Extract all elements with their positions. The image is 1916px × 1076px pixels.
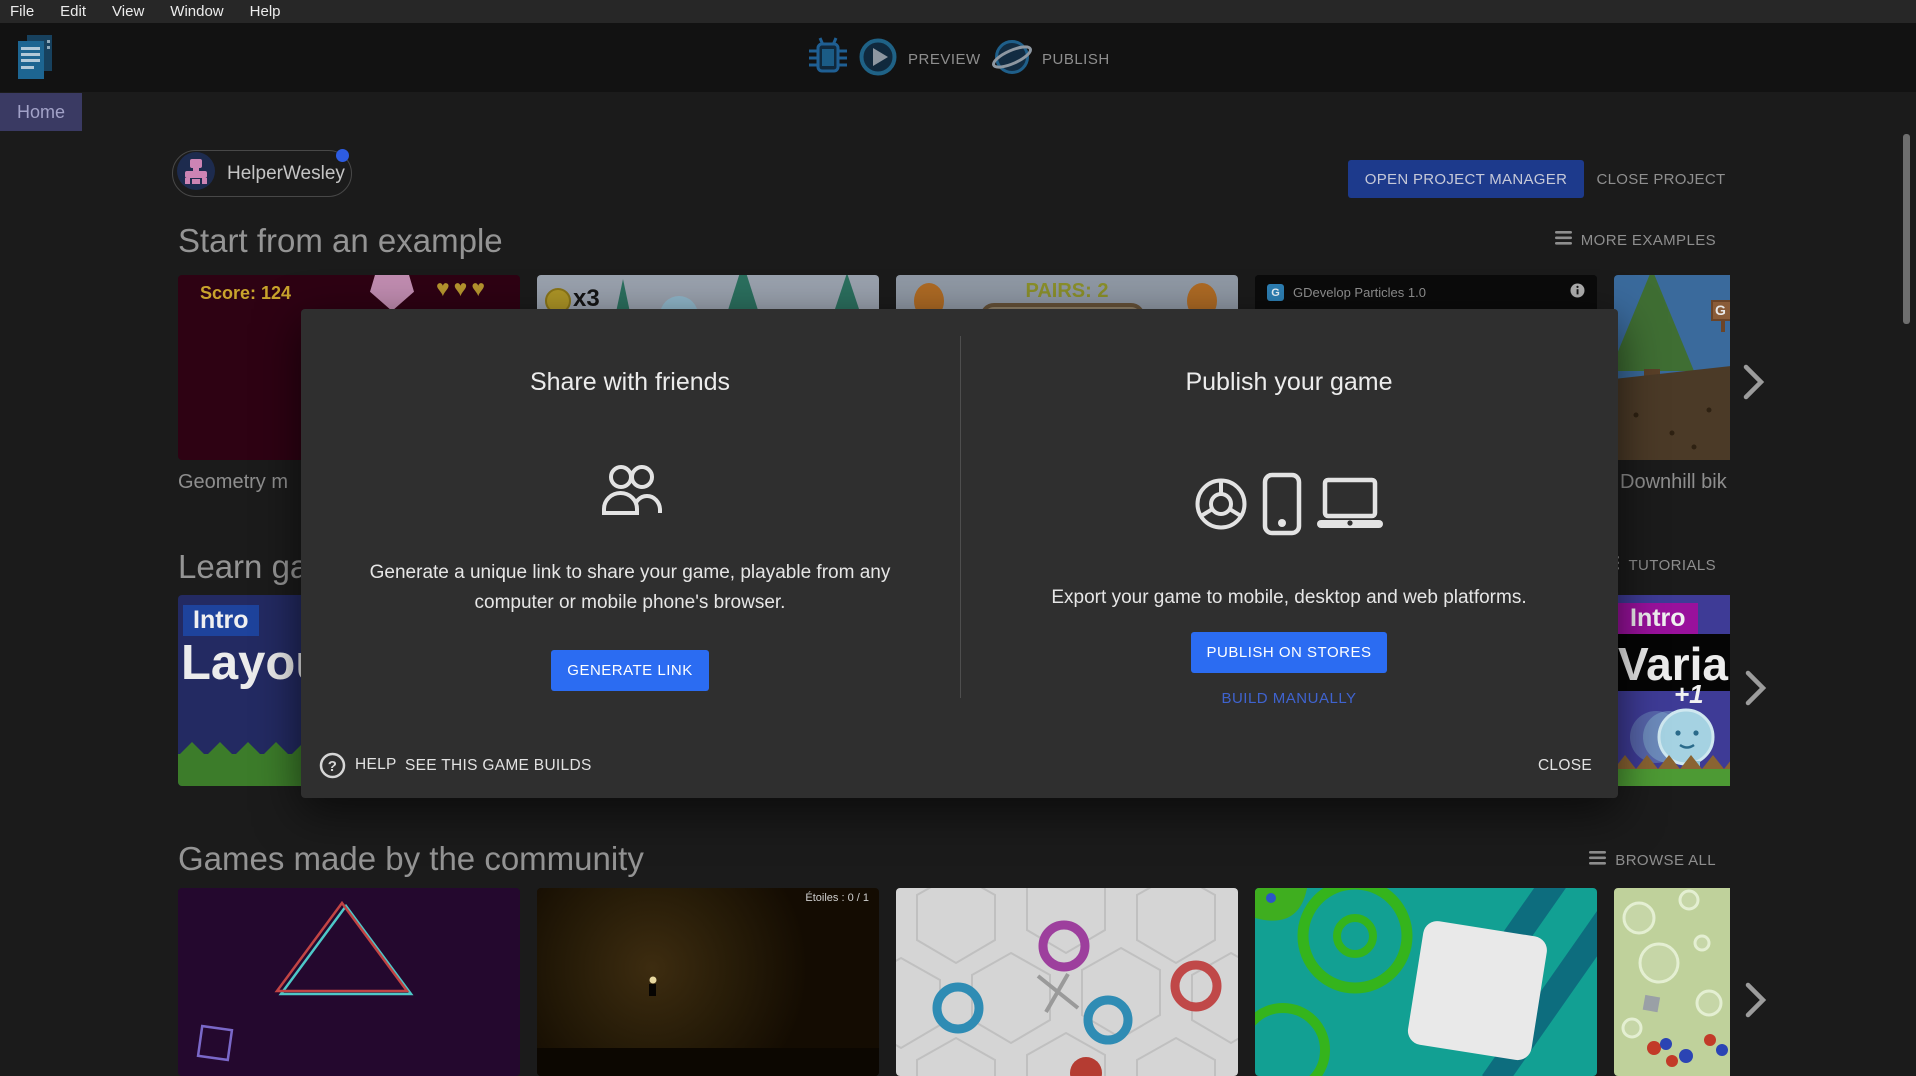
example-card-caption: Downhill bik — [1620, 471, 1727, 494]
project-manager-icon[interactable] — [18, 35, 52, 86]
community-card-hexagons[interactable] — [896, 888, 1238, 1076]
hexagon-graphic — [896, 888, 1238, 1076]
close-dialog-button[interactable]: CLOSE — [1538, 750, 1592, 782]
community-card-rings[interactable] — [1255, 888, 1597, 1076]
examples-section-title: Start from an example — [178, 222, 503, 260]
intro-badge: Intro — [1618, 603, 1698, 634]
browse-all-button[interactable]: BROWSE ALL — [1589, 851, 1716, 869]
night-figure-graphic — [537, 888, 879, 1076]
list-icon — [1555, 231, 1572, 249]
publish-button[interactable]: PUBLISH — [992, 37, 1110, 82]
build-manually-link[interactable]: BUILD MANUALLY — [960, 690, 1618, 707]
svg-text:?: ? — [328, 758, 337, 775]
people-icon — [600, 464, 662, 521]
game-score-label: Score: 124 — [200, 283, 291, 304]
community-section-title: Games made by the community — [178, 840, 644, 878]
chrome-browser-icon — [1194, 477, 1248, 536]
pairs-status-label: PAIRS: 2 — [896, 280, 1238, 303]
user-chip[interactable]: HelperWesley — [172, 150, 352, 197]
tab-home-label: Home — [17, 102, 65, 123]
examples-next-chevron-icon[interactable] — [1743, 364, 1769, 402]
gdevelop-logo-icon: G — [1267, 284, 1284, 301]
platform-icons — [960, 472, 1618, 541]
notification-dot — [336, 149, 349, 162]
publish-globe-icon — [992, 37, 1032, 82]
toolbar: PREVIEW PUBLISH — [0, 23, 1916, 92]
help-button[interactable]: ? HELP — [319, 749, 397, 781]
share-publish-dialog: Share with friends Generate a unique lin… — [301, 309, 1618, 798]
info-icon[interactable] — [1570, 283, 1585, 303]
publish-description: Export your game to mobile, desktop and … — [980, 583, 1598, 613]
rings-graphic — [1255, 888, 1597, 1076]
preview-label: PREVIEW — [908, 51, 981, 68]
tab-home[interactable]: Home — [0, 93, 82, 131]
smartphone-icon — [1262, 472, 1302, 541]
menu-item-file[interactable]: File — [0, 3, 47, 20]
intro-badge: Intro — [183, 605, 259, 636]
learn-next-chevron-icon[interactable] — [1745, 670, 1771, 708]
sign-letter-label: G — [1715, 302, 1726, 318]
example-card-downhill[interactable]: G — [1614, 275, 1730, 460]
help-label: HELP — [355, 756, 397, 774]
debug-icon[interactable] — [806, 36, 850, 83]
more-examples-button[interactable]: MORE EXAMPLES — [1555, 231, 1716, 249]
laptop-icon — [1316, 477, 1384, 536]
publish-label: PUBLISH — [1042, 51, 1110, 68]
community-card-bubbles[interactable] — [1614, 888, 1730, 1076]
publish-on-stores-button[interactable]: PUBLISH ON STORES — [1191, 632, 1387, 673]
hearts-label: ♥♥♥ — [436, 275, 489, 302]
menu-item-view[interactable]: View — [99, 3, 157, 20]
open-project-manager-button[interactable]: OPEN PROJECT MANAGER — [1348, 160, 1584, 198]
menu-bar: File Edit View Window Help — [0, 0, 1916, 23]
downhill-graphic — [1614, 275, 1730, 460]
neon-triangle-graphic — [178, 888, 520, 1076]
menu-item-edit[interactable]: Edit — [47, 3, 99, 20]
username: HelperWesley — [227, 163, 345, 185]
learn-section-title: Learn ga — [178, 548, 308, 586]
ghost-graphic — [1614, 695, 1730, 786]
app-root: File Edit View Window Help — [0, 0, 1916, 1076]
tutorials-button[interactable]: TUTORIALS — [1602, 556, 1716, 574]
example-card-caption: Geometry m — [178, 471, 288, 494]
community-next-chevron-icon[interactable] — [1745, 982, 1771, 1020]
list-icon — [1589, 851, 1606, 869]
preview-button[interactable]: PREVIEW — [858, 37, 981, 82]
community-card-row: Étoiles : 0 / 1 — [178, 888, 1730, 1076]
learn-card-variables[interactable]: Intro Variab +1 — [1614, 595, 1730, 786]
particles-card-header: G GDevelop Particles 1.0 — [1255, 275, 1597, 310]
vertical-scrollbar[interactable] — [1903, 134, 1910, 324]
community-card-night[interactable]: Étoiles : 0 / 1 — [537, 888, 879, 1076]
share-description: Generate a unique link to share your gam… — [345, 558, 915, 618]
star-counter-label: Étoiles : 0 / 1 — [805, 892, 869, 904]
close-project-button[interactable]: CLOSE PROJECT — [1592, 160, 1730, 198]
community-card-neon[interactable] — [178, 888, 520, 1076]
particles-title-label: GDevelop Particles 1.0 — [1293, 285, 1561, 300]
help-icon: ? — [319, 752, 346, 779]
avatar — [177, 152, 215, 195]
bubbles-graphic — [1614, 888, 1730, 1076]
preview-play-icon — [858, 37, 898, 82]
pentagon-shape — [370, 275, 414, 311]
share-title: Share with friends — [301, 368, 959, 397]
menu-item-help[interactable]: Help — [237, 3, 294, 20]
generate-link-button[interactable]: GENERATE LINK — [551, 650, 709, 691]
see-builds-button[interactable]: SEE THIS GAME BUILDS — [405, 750, 592, 782]
publish-title: Publish your game — [960, 368, 1618, 397]
menu-item-window[interactable]: Window — [157, 3, 236, 20]
